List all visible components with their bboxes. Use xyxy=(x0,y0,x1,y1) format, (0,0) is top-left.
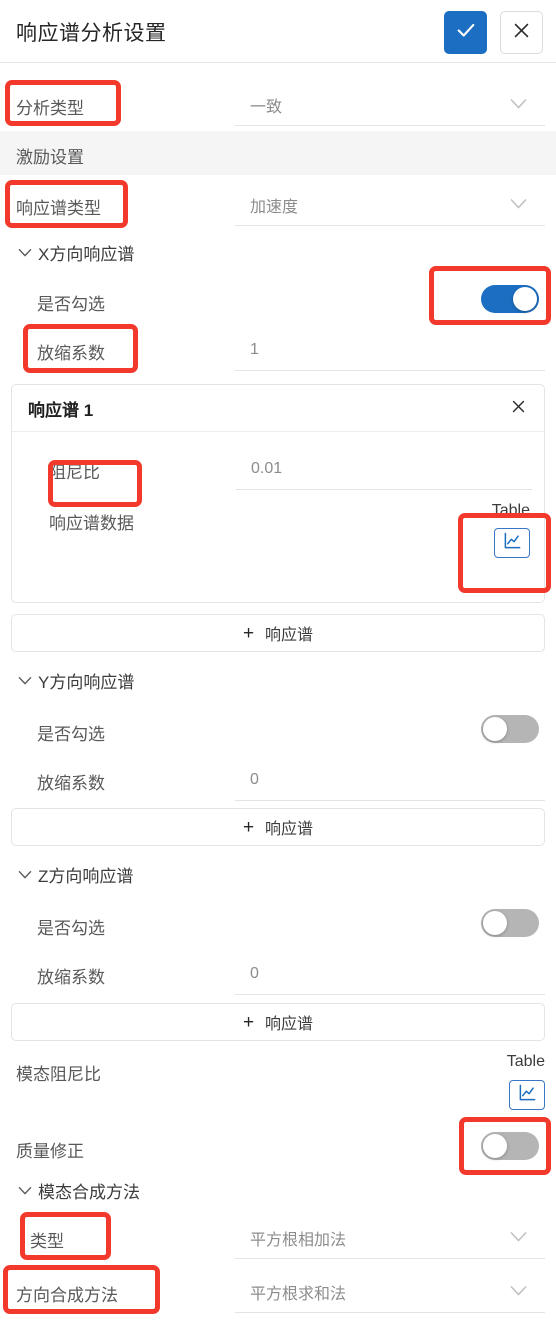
page-title: 响应谱分析设置 xyxy=(16,22,167,45)
modal-damping-table-control: Table xyxy=(0,1048,545,1118)
x-scale-label: 放缩系数 xyxy=(37,344,105,363)
y-direction-toggle[interactable] xyxy=(481,715,539,743)
close-icon xyxy=(512,21,531,45)
damping-ratio-value: 0.01 xyxy=(251,459,283,477)
combination-type-select[interactable]: 平方根相加法 xyxy=(235,1217,545,1259)
spectrum-type-label: 响应谱类型 xyxy=(16,199,101,218)
table-label: Table xyxy=(506,1053,545,1070)
mass-correction-label: 质量修正 xyxy=(16,1142,84,1161)
chevron-down-icon xyxy=(510,1284,527,1300)
analysis-type-row: 分析类型 一致 xyxy=(0,80,556,128)
x-checked-row: 是否勾选 xyxy=(0,280,556,320)
toggle-knob xyxy=(483,911,507,935)
spectrum-data-row: 响应谱数据 Table xyxy=(12,497,544,567)
analysis-type-label: 分析类型 xyxy=(16,99,84,118)
add-spectrum-button-y[interactable]: + 响应谱 xyxy=(11,808,545,846)
z-direction-toggle[interactable] xyxy=(481,909,539,937)
chevron-down-icon xyxy=(510,1230,527,1246)
y-checked-label: 是否勾选 xyxy=(37,725,105,744)
y-checked-row: 是否勾选 xyxy=(0,710,556,750)
z-scale-value: 0 xyxy=(250,964,259,982)
chevron-down-icon xyxy=(510,97,527,113)
excitation-section-label: 激励设置 xyxy=(16,148,84,167)
modal-combination-group-header[interactable]: 模态合成方法 xyxy=(0,1174,556,1206)
toggle-knob xyxy=(483,717,507,741)
spectrum-data-table-control: Table xyxy=(12,497,530,567)
add-spectrum-label: 响应谱 xyxy=(265,1016,314,1033)
close-icon xyxy=(510,398,527,420)
add-spectrum-label: 响应谱 xyxy=(265,821,314,838)
x-scale-input[interactable]: 1 xyxy=(235,329,545,371)
z-checked-label: 是否勾选 xyxy=(37,919,105,938)
toggle-knob xyxy=(483,1134,507,1158)
z-scale-input[interactable]: 0 xyxy=(235,953,545,995)
chevron-down-icon xyxy=(18,858,32,890)
damping-ratio-label: 阻尼比 xyxy=(49,463,100,482)
x-direction-group-label: X方向响应谱 xyxy=(38,244,135,264)
z-direction-group-label: Z方向响应谱 xyxy=(38,866,134,886)
table-label: Table xyxy=(491,502,530,519)
cancel-button[interactable] xyxy=(500,11,543,54)
toggle-knob xyxy=(513,287,537,311)
z-checked-row: 是否勾选 xyxy=(0,904,556,944)
damping-ratio-row: 阻尼比 0.01 xyxy=(12,445,544,491)
y-direction-group-label: Y方向响应谱 xyxy=(38,672,135,692)
excitation-section-header: 激励设置 xyxy=(0,131,556,175)
x-checked-label: 是否勾选 xyxy=(37,295,105,314)
combination-type-row: 类型 平方根相加法 xyxy=(0,1214,556,1260)
add-spectrum-label: 响应谱 xyxy=(265,627,314,644)
combination-type-value: 平方根相加法 xyxy=(250,1231,347,1249)
plus-icon: + xyxy=(242,1011,255,1033)
z-direction-group-header[interactable]: Z方向响应谱 xyxy=(0,858,556,890)
line-chart-icon xyxy=(518,1083,537,1107)
chevron-down-icon xyxy=(510,197,527,213)
spectrum-card: 响应谱 1 阻尼比 0.01 响应谱数据 Table xyxy=(11,384,545,603)
direction-combination-select[interactable]: 平方根求和法 xyxy=(235,1271,545,1313)
check-icon xyxy=(455,19,477,46)
add-spectrum-button-z[interactable]: + 响应谱 xyxy=(11,1003,545,1041)
y-scale-value: 0 xyxy=(250,770,259,788)
mass-correction-toggle[interactable] xyxy=(481,1132,539,1160)
spectrum-card-close-button[interactable] xyxy=(506,385,530,432)
plus-icon: + xyxy=(242,622,255,644)
add-spectrum-button-x[interactable]: + 响应谱 xyxy=(11,614,545,652)
spectrum-card-title: 响应谱 1 xyxy=(28,401,94,420)
mass-correction-row: 质量修正 xyxy=(0,1127,556,1167)
chevron-down-icon xyxy=(18,664,32,696)
direction-combination-row: 方向合成方法 平方根求和法 xyxy=(0,1268,556,1314)
spectrum-card-header: 响应谱 1 xyxy=(12,385,544,432)
direction-combination-label: 方向合成方法 xyxy=(16,1286,118,1305)
spectrum-type-row: 响应谱类型 加速度 xyxy=(0,180,556,228)
direction-combination-value: 平方根求和法 xyxy=(250,1285,347,1303)
x-scale-value: 1 xyxy=(250,340,259,358)
damping-ratio-input[interactable]: 0.01 xyxy=(236,448,532,490)
line-chart-icon xyxy=(503,531,522,555)
modal-damping-chart-button[interactable] xyxy=(509,1080,545,1110)
response-spectrum-settings-dialog: 响应谱分析设置 分析类型 一致 激励设置 响应谱类型 加速度 X方向响应谱 是否… xyxy=(0,0,556,1330)
plus-icon: + xyxy=(242,816,255,838)
x-scale-row: 放缩系数 1 xyxy=(0,326,556,372)
x-direction-toggle[interactable] xyxy=(481,285,539,313)
y-direction-group-header[interactable]: Y方向响应谱 xyxy=(0,664,556,696)
chevron-down-icon xyxy=(18,236,32,268)
spectrum-chart-button[interactable] xyxy=(494,528,530,558)
modal-damping-row: 模态阻尼比 Table xyxy=(0,1048,556,1118)
chevron-down-icon xyxy=(18,1174,32,1206)
confirm-button[interactable] xyxy=(444,11,487,54)
combination-type-label: 类型 xyxy=(30,1232,64,1251)
modal-combination-group-label: 模态合成方法 xyxy=(38,1182,140,1202)
dialog-header: 响应谱分析设置 xyxy=(0,0,556,63)
z-scale-label: 放缩系数 xyxy=(37,968,105,987)
analysis-type-select[interactable]: 一致 xyxy=(235,84,545,126)
y-scale-input[interactable]: 0 xyxy=(235,759,545,801)
spectrum-type-value: 加速度 xyxy=(250,198,299,216)
y-scale-label: 放缩系数 xyxy=(37,774,105,793)
z-scale-row: 放缩系数 0 xyxy=(0,950,556,996)
analysis-type-value: 一致 xyxy=(250,98,283,116)
spectrum-type-select[interactable]: 加速度 xyxy=(235,184,545,226)
x-direction-group-header[interactable]: X方向响应谱 xyxy=(0,236,556,268)
y-scale-row: 放缩系数 0 xyxy=(0,756,556,802)
